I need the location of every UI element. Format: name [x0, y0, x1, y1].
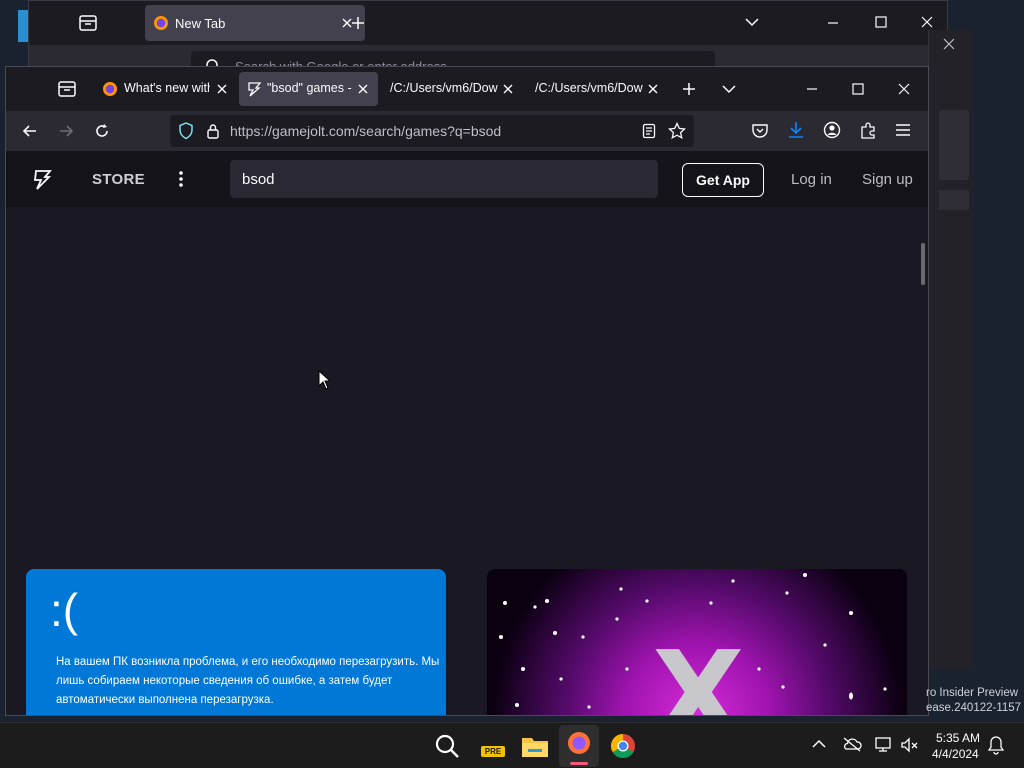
back-arrow-icon[interactable]: [22, 123, 38, 139]
get-app-button[interactable]: Get App: [682, 163, 764, 197]
background-side-panel: [928, 30, 974, 670]
new-tab-icon[interactable]: [682, 82, 696, 96]
page-content: STORE bsod Get App Log in Sign up :( На …: [6, 151, 928, 716]
close-tab-icon[interactable]: [500, 81, 516, 97]
watermark-line: ease.240122-1157: [926, 702, 1022, 714]
file-explorer-icon[interactable]: [518, 729, 552, 763]
pocket-icon[interactable]: [751, 122, 769, 140]
watermark-line: ro Insider Preview: [926, 687, 1019, 699]
address-bar[interactable]: https://gamejolt.com/search/games?q=bsod: [170, 115, 694, 147]
clock-time[interactable]: 5:35 AM: [936, 731, 980, 745]
list-tabs-icon[interactable]: [745, 17, 759, 27]
close-tab-icon[interactable]: [645, 81, 661, 97]
site-header: STORE bsod Get App Log in Sign up: [6, 151, 928, 207]
gamejolt-logo-icon[interactable]: [32, 169, 52, 191]
tab-overview-icon[interactable]: [58, 81, 76, 97]
navigation-toolbar: https://gamejolt.com/search/games?q=bsod: [6, 111, 928, 151]
panel-block: [939, 190, 969, 210]
maximize-icon[interactable]: [875, 16, 887, 28]
close-icon[interactable]: [943, 38, 955, 50]
active-indicator: [570, 762, 588, 765]
tab-new-tab[interactable]: New Tab: [145, 5, 365, 41]
menu-icon[interactable]: [895, 123, 911, 137]
login-link[interactable]: Log in: [791, 171, 832, 188]
onedrive-offline-icon[interactable]: [842, 736, 862, 752]
maximize-icon[interactable]: [852, 83, 864, 95]
close-tab-icon[interactable]: [214, 81, 230, 97]
tab-overview-icon[interactable]: [79, 15, 97, 31]
close-tab-icon[interactable]: [355, 81, 371, 97]
tab-local-file[interactable]: /C:/Users/vm6/Dow: [386, 72, 522, 106]
firefox-taskbar-button[interactable]: [559, 725, 599, 767]
tab-label: "bsod" games -: [267, 81, 352, 95]
shield-icon[interactable]: [178, 122, 194, 140]
list-tabs-icon[interactable]: [722, 84, 736, 94]
widgets-button[interactable]: PRE: [476, 729, 510, 763]
tab-strip: What's new with "bsod" games - /C:/Users…: [6, 67, 928, 111]
taskbar: PRE 5:35 AM 4/4/2024: [0, 722, 1024, 768]
sad-face: :(: [50, 584, 79, 636]
firefox-icon: [568, 732, 590, 754]
search-input[interactable]: bsod: [230, 160, 658, 198]
search-value: bsod: [242, 171, 275, 188]
browser-window[interactable]: What's new with "bsod" games - /C:/Users…: [5, 66, 929, 716]
tab-local-file[interactable]: /C:/Users/vm6/Dow: [531, 72, 667, 106]
reload-icon[interactable]: [94, 123, 110, 139]
pre-badge: PRE: [481, 746, 505, 757]
lock-icon[interactable]: [206, 123, 220, 139]
search-icon[interactable]: [430, 729, 464, 763]
tab-label: What's new with: [124, 81, 210, 95]
tab-label: New Tab: [175, 16, 226, 31]
tab-bsod-games[interactable]: "bsod" games -: [239, 72, 378, 106]
tab-whats-new[interactable]: What's new with: [96, 72, 234, 106]
get-app-label: Get App: [696, 172, 750, 188]
panel-block: [939, 110, 969, 180]
close-window-icon[interactable]: [921, 16, 933, 28]
tab-label: /C:/Users/vm6/Dow: [390, 81, 498, 95]
network-icon[interactable]: [874, 736, 894, 754]
windows-build-watermark: ro Insider Preview ease.240122-1157: [926, 686, 1021, 716]
clock-date[interactable]: 4/4/2024: [932, 747, 979, 761]
minimize-icon[interactable]: [827, 17, 839, 29]
more-options-icon[interactable]: [178, 170, 184, 188]
x-logo: X: [652, 627, 745, 716]
notification-bell-icon[interactable]: [988, 735, 1004, 755]
forward-arrow-icon[interactable]: [58, 123, 74, 139]
store-link[interactable]: STORE: [92, 171, 145, 188]
close-window-icon[interactable]: [898, 83, 910, 95]
scrollbar-thumb[interactable]: [921, 243, 925, 285]
game-card-thumbnail[interactable]: X: [487, 569, 907, 716]
signup-link[interactable]: Sign up: [862, 171, 913, 188]
game-card-thumbnail[interactable]: :( На вашем ПК возникла проблема, и его …: [26, 569, 446, 715]
url-text: https://gamejolt.com/search/games?q=bsod: [230, 123, 502, 139]
minimize-icon[interactable]: [806, 83, 818, 95]
bsod-message: На вашем ПК возникла проблема, и его нео…: [56, 656, 440, 706]
new-tab-icon[interactable]: [351, 16, 365, 30]
bookmark-star-icon[interactable]: [668, 122, 686, 140]
firefox-icon: [154, 16, 168, 30]
mouse-cursor-icon: [318, 370, 332, 390]
chrome-icon[interactable]: [606, 729, 640, 763]
download-icon[interactable]: [787, 121, 805, 139]
chevron-up-icon[interactable]: [812, 739, 826, 749]
volume-muted-icon[interactable]: [900, 736, 920, 754]
extensions-icon[interactable]: [859, 121, 877, 139]
pre-badge-label: PRE: [484, 747, 502, 756]
reader-view-icon[interactable]: [642, 123, 656, 139]
gamejolt-icon: [248, 82, 262, 97]
account-icon[interactable]: [823, 121, 841, 139]
firefox-icon: [103, 82, 117, 96]
tab-label: /C:/Users/vm6/Dow: [535, 81, 643, 95]
